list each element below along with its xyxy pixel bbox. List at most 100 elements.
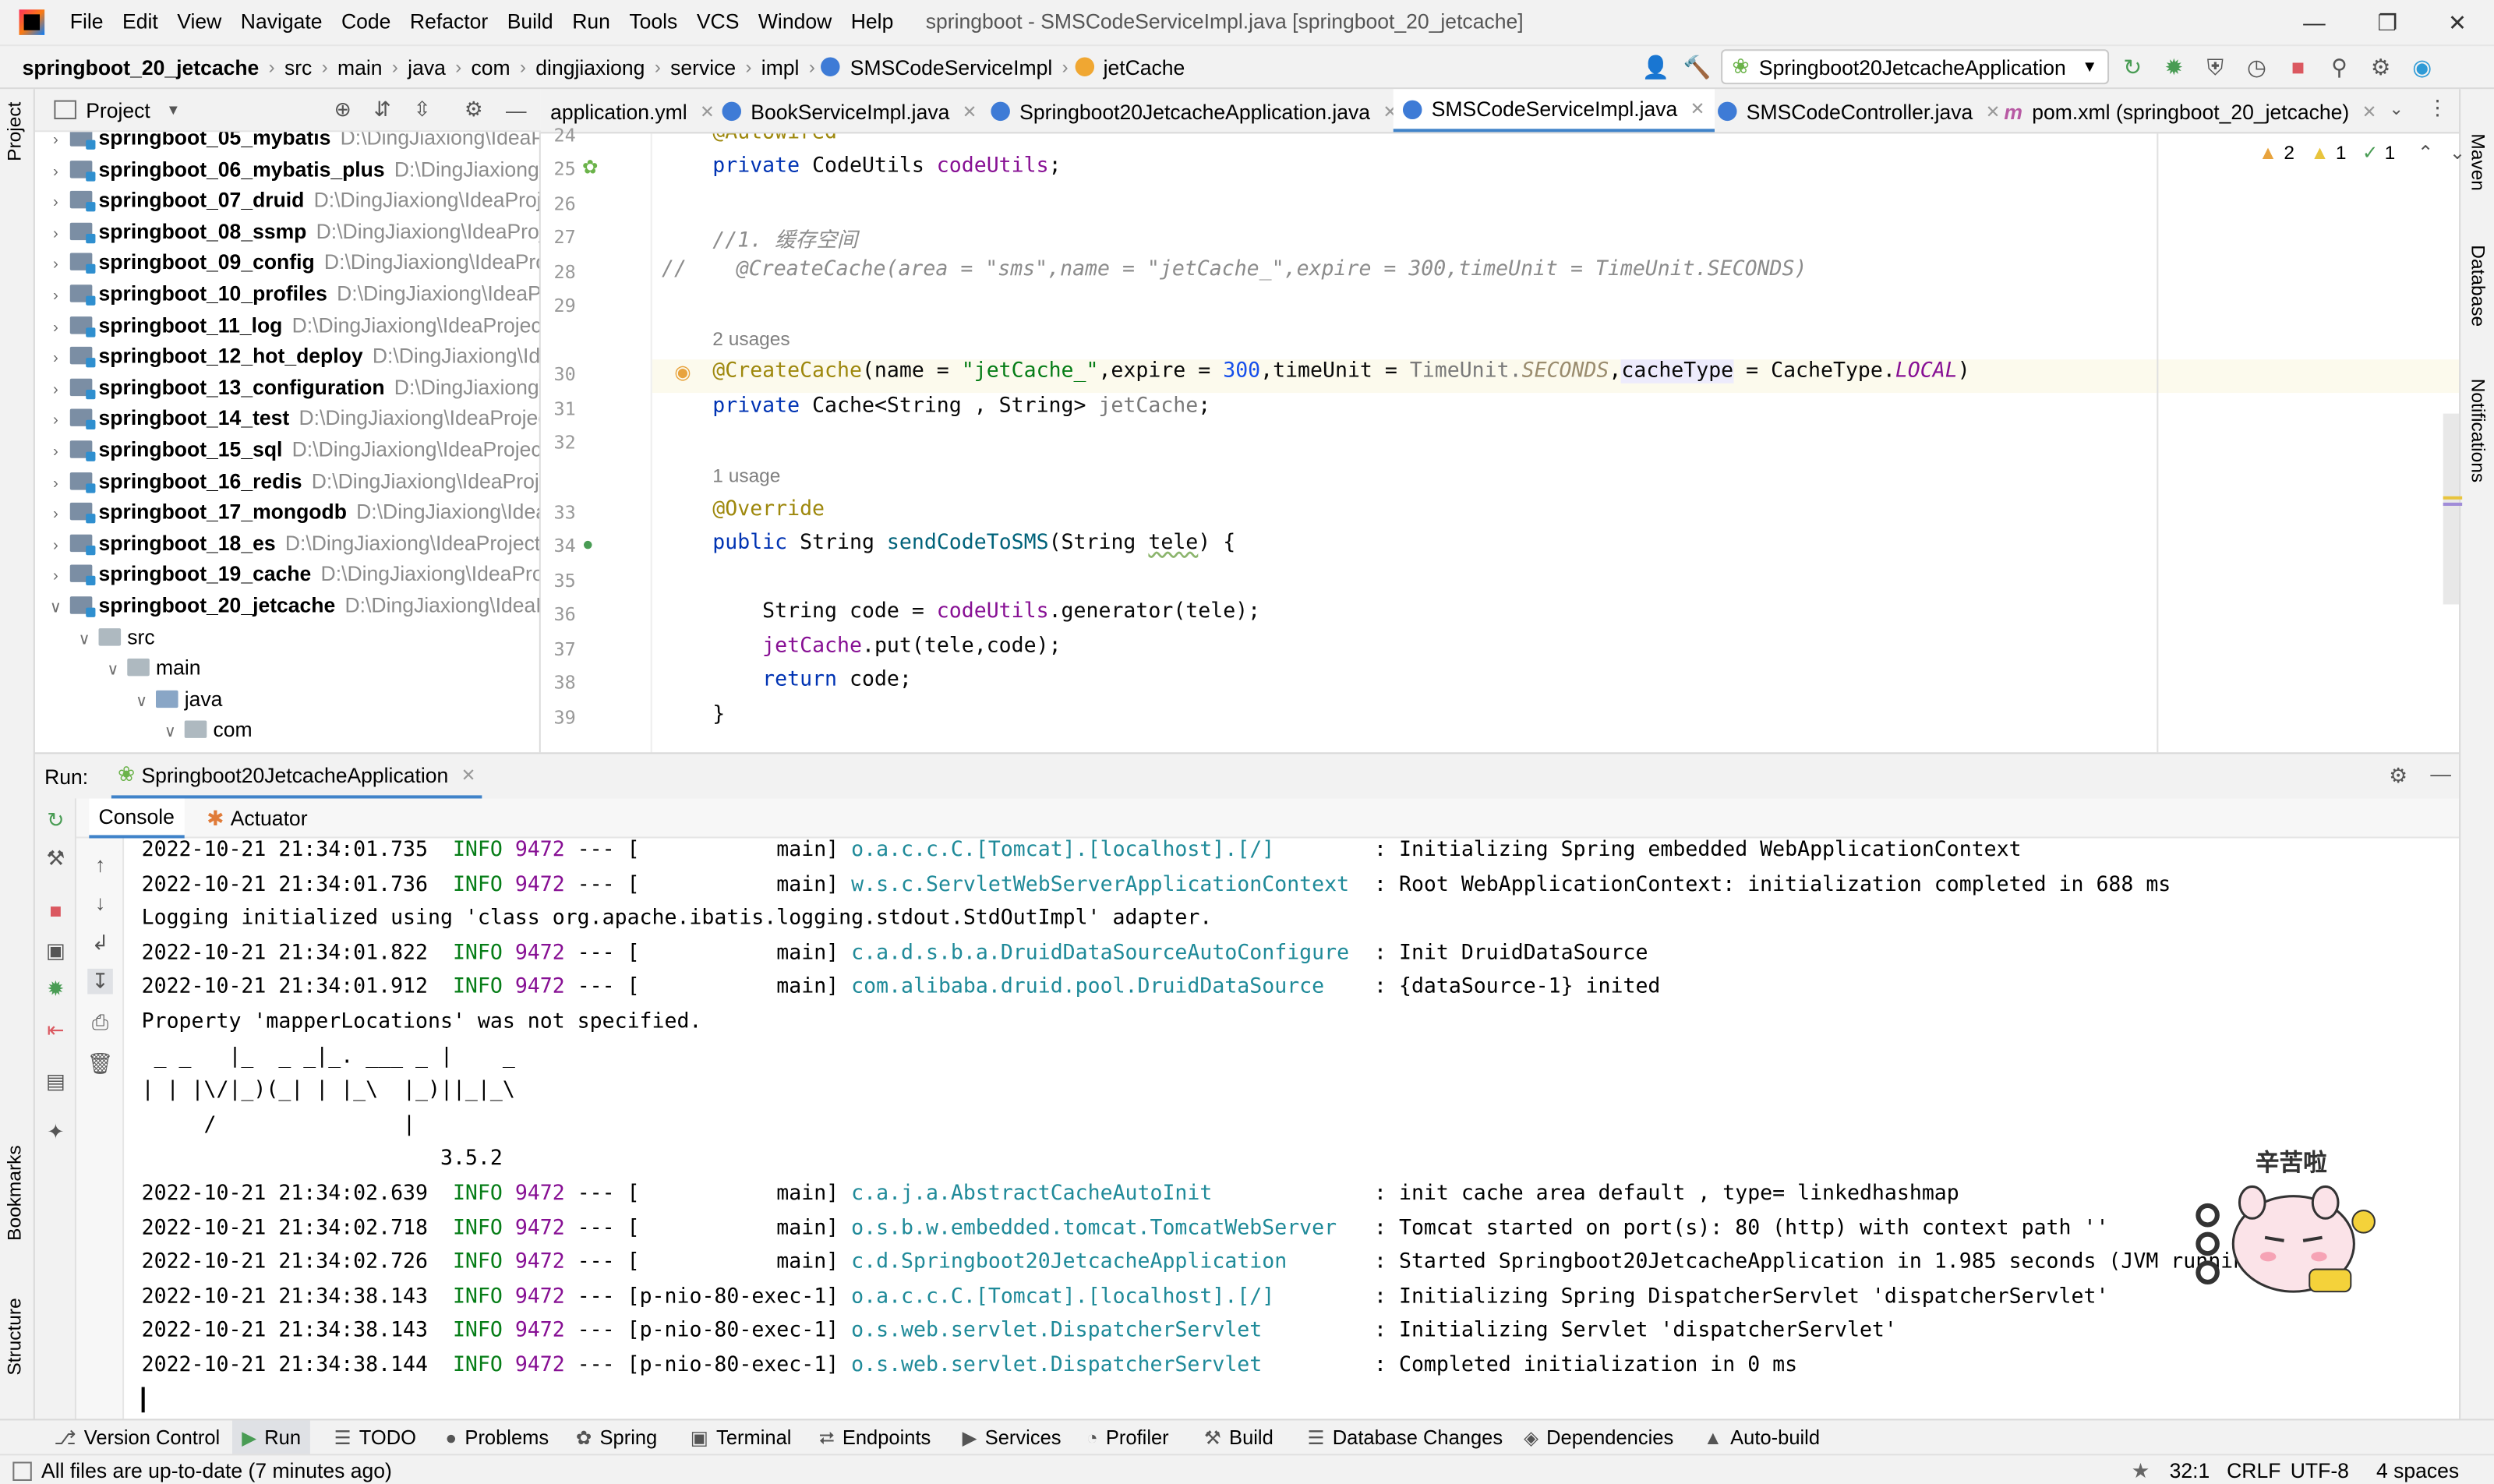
tree-module-springboot_09_config[interactable]: › springboot_09_config D:\DingJiaxiong\Ide… — [44, 247, 539, 279]
scroll-to-end-icon[interactable]: ↧ — [87, 968, 113, 995]
debug-icon[interactable]: ✹ — [43, 977, 69, 1002]
tab-book-service-impl[interactable]: BookServiceImpl.java ✕ — [712, 89, 986, 132]
tree-module-springboot_11_log[interactable]: › springboot_11_log D:\DingJiaxiong\IdeaPr… — [44, 309, 539, 344]
tool-window-build[interactable]: ⚒ Build — [1204, 1420, 1273, 1455]
tree-module-springboot_19_cache[interactable]: › springboot_19_cache D:\DingJiaxiong\Idea… — [44, 559, 539, 591]
locate-icon[interactable]: ⊕ — [334, 97, 351, 122]
arrow-down-icon[interactable]: ↓ — [87, 889, 113, 915]
bookmarks-tool-tab[interactable]: Bookmarks — [3, 1145, 26, 1241]
git-icon[interactable]: ★ — [2132, 1458, 2150, 1484]
tree-folder-com[interactable]: ∨ com — [159, 715, 253, 747]
tab-pom-xml[interactable]: m pom.xml (springboot_20_jetcache) ✕ — [1994, 89, 2386, 132]
indent-setting[interactable]: 4 spaces — [2376, 1458, 2459, 1482]
tree-module-springboot_14_test[interactable]: › springboot_14_test D:\DingJiaxiong\IdeaP… — [44, 403, 539, 438]
project-panel-title[interactable]: Project — [86, 98, 150, 122]
editor-scrollbar[interactable] — [2443, 413, 2460, 605]
breadcrumb-item[interactable]: SMSCodeServiceImpl — [847, 55, 1056, 79]
minimize-icon[interactable]: — — [2277, 0, 2351, 44]
tool-window-problems[interactable]: ● Problems — [445, 1420, 549, 1455]
tree-module-springboot_05_mybatis[interactable]: › springboot_05_mybatis D:\DingJiaxiong\Id… — [44, 132, 539, 154]
chevron-down-icon[interactable]: ∨ — [73, 624, 96, 656]
chevron-down-icon[interactable]: ▼ — [166, 102, 180, 118]
tool-window-profiler[interactable]: ◔ Profiler — [1086, 1420, 1169, 1455]
chevron-right-icon[interactable]: › — [44, 157, 67, 189]
close-icon[interactable]: ✕ — [2362, 101, 2377, 122]
breadcrumb-item[interactable]: dingjiaxiong — [532, 55, 648, 79]
file-encoding[interactable]: UTF-8 — [2291, 1458, 2349, 1482]
search-icon[interactable]: ⚲ — [2322, 49, 2357, 84]
more-icon[interactable]: ⋮ — [2427, 95, 2448, 121]
tree-module-springboot_12_hot_deploy[interactable]: › springboot_12_hot_deploy D:\DingJiaxiong… — [44, 341, 539, 376]
camera-icon[interactable]: ▣ — [43, 938, 69, 964]
gear-icon[interactable]: ⚙ — [2363, 49, 2398, 84]
tool-window-dependencies[interactable]: ◈ Dependencies — [1524, 1420, 1673, 1455]
menu-refactor[interactable]: Refactor — [401, 0, 498, 44]
tree-folder-src[interactable]: ∨ src — [73, 621, 155, 653]
menu-tools[interactable]: Tools — [620, 0, 687, 44]
tab-actuator[interactable]: ✱ Actuator — [197, 798, 317, 838]
menu-help[interactable]: Help — [842, 0, 903, 44]
layout-icon[interactable]: ▤ — [43, 1069, 69, 1094]
tree-module-springboot_20_jetcache[interactable]: ∨ springboot_20_jetcache D:\DingJiaxiong\I… — [44, 590, 539, 625]
breadcrumb-item[interactable]: com — [468, 55, 513, 79]
chevron-right-icon[interactable]: › — [44, 531, 67, 563]
breadcrumb-item[interactable]: springboot_20_jetcache — [19, 55, 262, 79]
menu-run[interactable]: Run — [563, 0, 620, 44]
menu-file[interactable]: File — [61, 0, 113, 44]
hide-icon[interactable]: — — [2430, 762, 2451, 786]
tool-window-auto-build[interactable]: ▲ Auto-build — [1704, 1420, 1820, 1455]
expand-all-icon[interactable]: ⇵ — [374, 97, 391, 122]
breadcrumb-item[interactable]: jetCache — [1100, 55, 1189, 79]
tool-window-todo[interactable]: ☰ TODO — [334, 1420, 416, 1455]
breadcrumb-item[interactable]: java — [404, 55, 449, 79]
tool-window-services[interactable]: ▶ Services — [963, 1420, 1062, 1455]
tree-folder-main[interactable]: ∨ main — [102, 652, 200, 684]
usage-hint[interactable]: 2 usages — [712, 327, 790, 350]
tool-window-version-control[interactable]: ⎇ Version Control — [54, 1420, 220, 1455]
chevron-right-icon[interactable]: › — [44, 313, 67, 344]
rerun-icon[interactable]: ↻ — [2115, 49, 2150, 84]
next-highlight-icon[interactable]: ⌄ — [2450, 142, 2466, 164]
tree-module-springboot_16_redis[interactable]: › springboot_16_redis D:\DingJiaxiong\Idea… — [44, 465, 539, 497]
tree-module-springboot_15_sql[interactable]: › springboot_15_sql D:\DingJiaxiong\IdeaPr… — [44, 434, 539, 466]
code-area[interactable]: ◉ @Autowired private CodeUtils codeUtils; /… — [541, 133, 2459, 752]
stop-icon[interactable]: ■ — [43, 897, 69, 923]
tab-list-chevron-icon[interactable]: ⌄ — [2389, 99, 2404, 119]
tab-console[interactable]: Console — [89, 798, 185, 839]
tab-jetcache-application[interactable]: Springboot20JetcacheApplication.java ✕ — [981, 89, 1407, 132]
breadcrumb-item[interactable]: main — [334, 55, 386, 79]
usage-hint[interactable]: 1 usage — [712, 465, 780, 487]
gear-icon[interactable]: ⚙ — [2389, 764, 2407, 790]
chevron-down-icon[interactable]: ∨ — [159, 718, 182, 750]
chevron-right-icon[interactable]: › — [44, 281, 67, 313]
tool-window-run[interactable]: ▶ Run — [231, 1420, 311, 1456]
tool-window-spring[interactable]: ✿ Spring — [576, 1420, 657, 1455]
breadcrumb-item[interactable]: service — [667, 55, 739, 79]
line-separator[interactable]: CRLF — [2227, 1458, 2280, 1482]
breadcrumb-item[interactable]: src — [281, 55, 316, 79]
stop-icon[interactable]: ■ — [2280, 49, 2316, 84]
rerun-icon[interactable]: ↻ — [43, 808, 69, 834]
tree-module-springboot_17_mongodb[interactable]: › springboot_17_mongodb D:\DingJiaxiong\Id… — [44, 496, 539, 528]
maximize-icon[interactable]: ❐ — [2351, 0, 2424, 44]
tool-window-terminal[interactable]: ▣ Terminal — [691, 1420, 792, 1455]
tree-module-springboot_06_mybatis_plus[interactable]: › springboot_06_mybatis_plus D:\DingJiaxio… — [44, 154, 539, 189]
chevron-down-icon[interactable]: ∨ — [44, 593, 67, 625]
tab-sms-code-service-impl[interactable]: SMSCodeServiceImpl.java ✕ — [1393, 89, 1715, 132]
tool-window-endpoints[interactable]: ⮂ Endpoints — [819, 1420, 931, 1455]
project-tool-tab[interactable]: Project — [3, 102, 26, 161]
inspection-widget[interactable]: ▲ 2 ▲ 1 ✓ 1 ⌃ ⌄ — [2259, 142, 2465, 164]
close-icon[interactable]: ✕ — [963, 101, 977, 122]
chevron-right-icon[interactable]: › — [44, 406, 67, 438]
pin-icon[interactable]: ✦ — [43, 1120, 69, 1146]
profiler-icon[interactable]: ◷ — [2239, 49, 2274, 84]
chevron-right-icon[interactable]: › — [44, 344, 67, 376]
tree-module-springboot_07_druid[interactable]: › springboot_07_druid D:\DingJiaxiong\Idea… — [44, 185, 539, 217]
tree-module-springboot_13_configuration[interactable]: › springboot_13_configuration D:\DingJiaxi… — [44, 372, 539, 404]
chevron-down-icon[interactable]: ∨ — [130, 687, 153, 719]
console-output[interactable]: 2022-10-21 21:34:01.735 INFO 9472 --- [ … — [124, 838, 2460, 1419]
hide-icon[interactable]: — — [506, 98, 527, 122]
menu-vcs[interactable]: VCS — [687, 0, 749, 44]
menu-edit[interactable]: Edit — [113, 0, 168, 44]
trash-icon[interactable]: 🗑 — [87, 1051, 114, 1077]
